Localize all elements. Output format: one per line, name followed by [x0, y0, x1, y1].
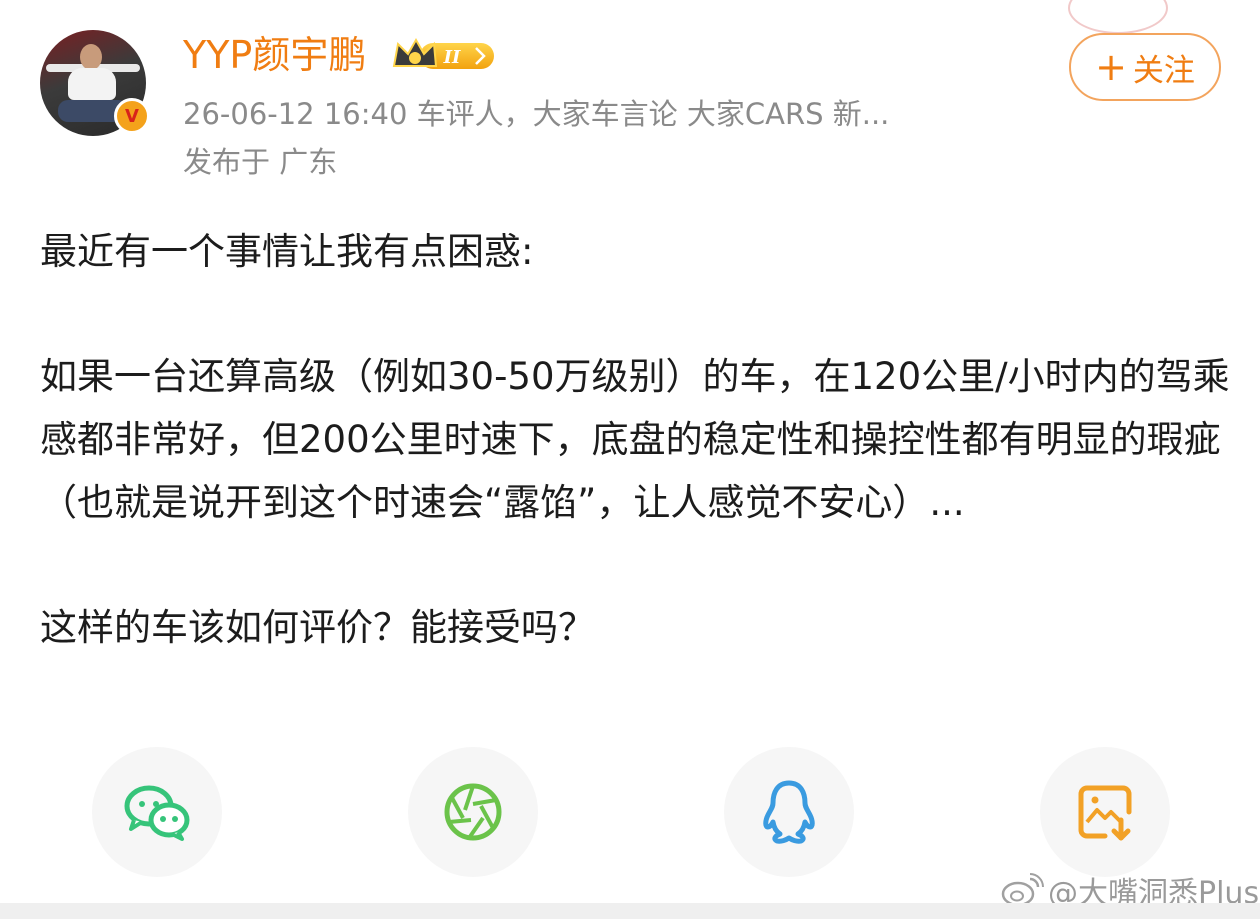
plus-icon: + — [1095, 45, 1127, 89]
verified-badge-icon: V — [114, 98, 150, 134]
share-bar — [0, 747, 1260, 877]
author-avatar-wrap[interactable]: V — [40, 30, 150, 136]
level-badge-text: II — [443, 47, 461, 68]
bottom-divider — [0, 903, 1260, 919]
post-body: 最近有一个事情让我有点困惑: 如果一台还算高级（例如30-50万级别）的车，在1… — [40, 220, 1230, 659]
post-intro: 最近有一个事情让我有点困惑: — [40, 230, 534, 273]
wechat-icon — [124, 785, 190, 841]
post-main-text: 如果一台还算高级（例如30-50万级别）的车，在120公里/小时内的驾乘感都非常… — [40, 355, 1230, 524]
post-question: 这样的车该如何评价？能接受吗？ — [40, 606, 595, 649]
qq-icon — [763, 780, 815, 844]
moments-icon — [444, 783, 502, 841]
weibo-logo-icon — [1001, 873, 1044, 907]
post-location: 发布于 广东 — [183, 145, 338, 179]
post-time-source: 26-06-12 16:40 车评人，大家车言论 大家CARS 新... — [183, 97, 890, 131]
share-moments-button[interactable] — [408, 747, 538, 877]
author-name[interactable]: YYP颜宇鹏 — [183, 30, 366, 80]
save-image-icon — [1078, 785, 1132, 841]
follow-button[interactable]: + 关注 — [1069, 33, 1221, 101]
share-wechat-button[interactable] — [92, 747, 222, 877]
share-qq-button[interactable] — [724, 747, 854, 877]
share-save-image-button[interactable] — [1040, 747, 1170, 877]
stamp-mark — [1068, 0, 1168, 34]
avatar-figure-head — [80, 44, 102, 70]
follow-label: 关注 — [1132, 52, 1195, 89]
avatar-figure-body — [68, 68, 116, 100]
member-crown-icon[interactable]: II — [390, 36, 498, 74]
